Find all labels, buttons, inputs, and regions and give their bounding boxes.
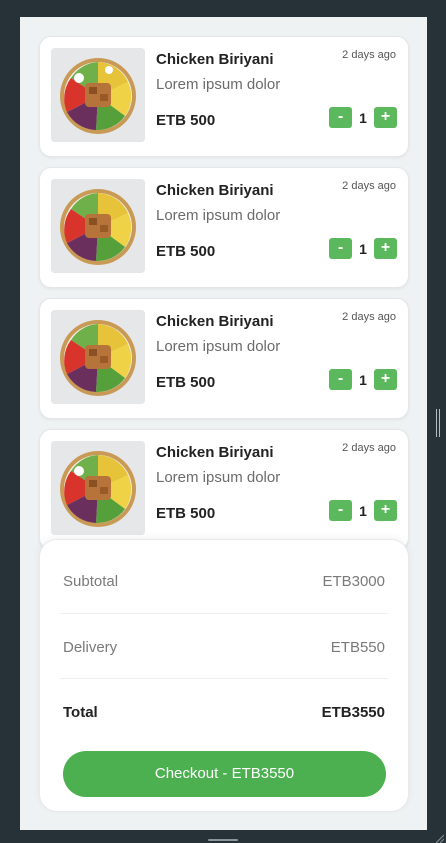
navigation-bar-handle[interactable] (208, 839, 238, 841)
item-price: ETB 500 (156, 374, 216, 391)
item-title: Chicken Biriyani (156, 313, 274, 330)
quantity-stepper: - 1 + (329, 238, 397, 259)
order-summary-panel: Subtotal ETB3000 Delivery ETB550 Total E… (39, 539, 409, 812)
increment-button[interactable]: + (374, 369, 397, 390)
quantity-stepper: - 1 + (329, 107, 397, 128)
total-row: Total ETB3550 (63, 704, 385, 721)
divider (60, 678, 388, 679)
cart-item-card[interactable]: Chicken Biriyani 2 days ago Lorem ipsum … (39, 167, 409, 288)
item-timestamp: 2 days ago (342, 49, 396, 61)
increment-button[interactable]: + (374, 500, 397, 521)
food-image (51, 48, 145, 142)
subtotal-value: ETB3000 (322, 573, 385, 590)
item-price: ETB 500 (156, 112, 216, 129)
quantity-stepper: - 1 + (329, 369, 397, 390)
cart-item-card[interactable]: Chicken Biriyani 2 days ago Lorem ipsum … (39, 429, 409, 550)
cart-item-card[interactable]: Chicken Biriyani 2 days ago Lorem ipsum … (39, 36, 409, 157)
item-timestamp: 2 days ago (342, 180, 396, 192)
quantity-value: 1 (359, 502, 367, 519)
divider (60, 613, 388, 614)
checkout-button[interactable]: Checkout - ETB3550 (63, 751, 386, 797)
food-image (51, 441, 145, 535)
delivery-label: Delivery (63, 639, 118, 656)
decrement-button[interactable]: - (329, 107, 352, 128)
cart-item-card[interactable]: Chicken Biriyani 2 days ago Lorem ipsum … (39, 298, 409, 419)
increment-button[interactable]: + (374, 238, 397, 259)
delivery-row: Delivery ETB550 (63, 639, 385, 656)
total-label: Total (63, 704, 98, 721)
quantity-value: 1 (359, 109, 367, 126)
item-description: Lorem ipsum dolor (156, 469, 281, 486)
item-timestamp: 2 days ago (342, 311, 396, 323)
subtotal-label: Subtotal (63, 573, 119, 590)
item-timestamp: 2 days ago (342, 442, 396, 454)
item-description: Lorem ipsum dolor (156, 207, 281, 224)
item-description: Lorem ipsum dolor (156, 76, 281, 93)
total-value: ETB3550 (321, 704, 385, 721)
scroll-handle[interactable] (436, 409, 440, 437)
decrement-button[interactable]: - (329, 238, 352, 259)
delivery-value: ETB550 (330, 639, 385, 656)
quantity-stepper: - 1 + (329, 500, 397, 521)
food-image (51, 179, 145, 273)
item-title: Chicken Biriyani (156, 182, 274, 199)
item-title: Chicken Biriyani (156, 51, 274, 68)
item-price: ETB 500 (156, 505, 216, 522)
item-description: Lorem ipsum dolor (156, 338, 281, 355)
increment-button[interactable]: + (374, 107, 397, 128)
decrement-button[interactable]: - (329, 369, 352, 390)
subtotal-row: Subtotal ETB3000 (63, 573, 385, 590)
decrement-button[interactable]: - (329, 500, 352, 521)
food-image (51, 310, 145, 404)
resize-grip-icon[interactable] (434, 833, 444, 843)
quantity-value: 1 (359, 371, 367, 388)
item-title: Chicken Biriyani (156, 444, 274, 461)
quantity-value: 1 (359, 240, 367, 257)
item-price: ETB 500 (156, 243, 216, 260)
app-screen: Chicken Biriyani 2 days ago Lorem ipsum … (20, 17, 427, 830)
